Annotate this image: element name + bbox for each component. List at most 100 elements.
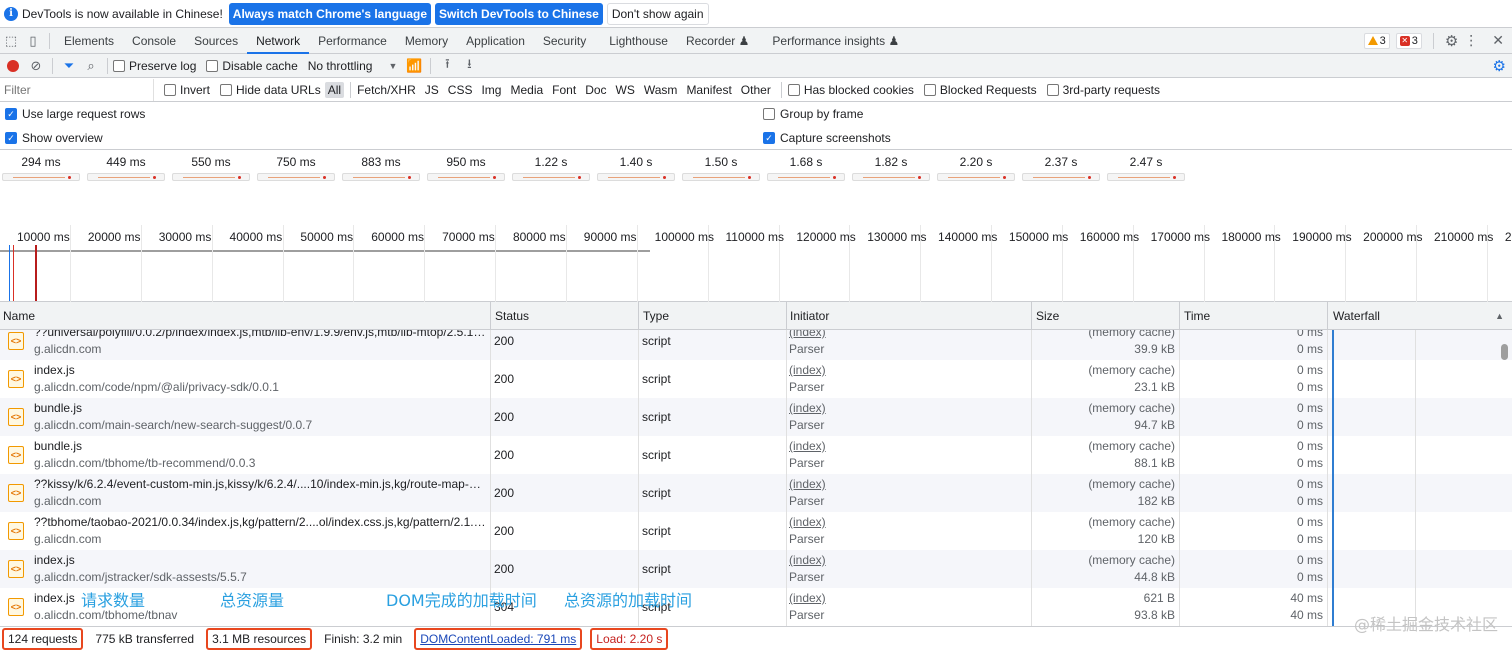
initiator-link[interactable]: (index) <box>789 330 826 339</box>
screenshot-frame[interactable]: 2.20 s <box>937 151 1015 181</box>
errors-badge[interactable]: ✕ 3 <box>1395 32 1422 49</box>
tab-recorder[interactable]: Recorder ♟ <box>677 28 758 53</box>
name-cell[interactable]: <> ??tbhome/taobao-2021/0.0.34/index.js,k… <box>0 512 491 550</box>
column-size[interactable]: Size <box>1032 302 1180 330</box>
initiator-link[interactable]: (index) <box>789 515 826 529</box>
screenshot-frame[interactable]: 1.40 s <box>597 151 675 181</box>
more-options-icon[interactable]: ⋮ <box>1464 32 1478 49</box>
network-settings-gear-icon[interactable]: ⚙ <box>1493 57 1506 75</box>
disable-cache-checkbox[interactable]: Disable cache <box>206 59 298 73</box>
warnings-badge[interactable]: 3 <box>1363 32 1390 49</box>
inspect-element-icon[interactable]: ⬚ <box>0 28 22 53</box>
table-row[interactable]: <> index.js g.alicdn.com/jstracker/sdk-ass… <box>0 550 1512 588</box>
hide-data-urls-checkbox[interactable]: Hide data URLs <box>220 83 321 97</box>
invert-checkbox[interactable]: Invert <box>164 83 210 97</box>
table-row[interactable]: <> bundle.js g.alicdn.com/tbhome/tb-recomm… <box>0 436 1512 474</box>
tab-application[interactable]: Application <box>457 28 534 53</box>
clear-icon[interactable]: ⊘ <box>25 58 47 74</box>
initiator-link[interactable]: (index) <box>789 363 826 377</box>
blocked-requests-checkbox[interactable]: Blocked Requests <box>923 83 1037 97</box>
name-cell[interactable]: <> index.js g.alicdn.com/code/npm/@ali/pri… <box>0 360 491 398</box>
filter-type-ws[interactable]: WS <box>613 82 638 98</box>
screenshot-frame[interactable]: 883 ms <box>342 151 420 181</box>
column-status[interactable]: Status <box>491 302 639 330</box>
table-row[interactable]: <> index.js g.alicdn.com/code/npm/@ali/pri… <box>0 360 1512 398</box>
screenshot-frame[interactable]: 1.22 s <box>512 151 590 181</box>
filter-type-js[interactable]: JS <box>422 82 442 98</box>
name-cell[interactable]: <> ??kissy/k/6.2.4/event-custom-min.js,ki… <box>0 474 491 512</box>
screenshot-frame[interactable]: 950 ms <box>427 151 505 181</box>
filter-type-media[interactable]: Media <box>507 82 546 98</box>
switch-to-chinese-button[interactable]: Switch DevTools to Chinese <box>435 2 603 25</box>
always-match-language-button[interactable]: Always match Chrome's language <box>228 2 432 25</box>
tab-memory[interactable]: Memory <box>396 28 457 53</box>
settings-gear-icon[interactable]: ⚙ <box>1445 32 1458 50</box>
table-row[interactable]: <> ??universal/polyfill/0.0.2/p/index/ind… <box>0 330 1512 360</box>
tab-elements[interactable]: Elements <box>55 28 123 53</box>
filter-type-fetch-xhr[interactable]: Fetch/XHR <box>354 82 419 98</box>
name-cell[interactable]: <> ??universal/polyfill/0.0.2/p/index/ind… <box>0 330 491 360</box>
preserve-log-checkbox[interactable]: Preserve log <box>113 59 196 73</box>
screenshot-frame[interactable]: 2.37 s <box>1022 151 1100 181</box>
close-devtools-icon[interactable]: ✕ <box>1492 32 1504 49</box>
filter-type-other[interactable]: Other <box>738 82 774 98</box>
name-cell[interactable]: <> bundle.js g.alicdn.com/main-search/new-… <box>0 398 491 436</box>
screenshot-frame[interactable]: 2.47 s <box>1107 151 1185 181</box>
screenshot-frame[interactable]: 449 ms <box>87 151 165 181</box>
filter-type-img[interactable]: Img <box>478 82 504 98</box>
overview-timeline[interactable]: 10000 ms 20000 ms 30000 ms 40000 ms 50000 ms… <box>0 225 1512 302</box>
import-har-icon[interactable]: ⭱ <box>436 55 458 77</box>
group-by-frame-checkbox[interactable]: Group by frame <box>763 107 863 121</box>
filter-type-css[interactable]: CSS <box>445 82 476 98</box>
column-name[interactable]: Name <box>0 302 491 330</box>
column-time[interactable]: Time <box>1180 302 1328 330</box>
filter-type-doc[interactable]: Doc <box>582 82 609 98</box>
network-conditions-icon[interactable]: 📶 <box>403 58 425 74</box>
capture-screenshots-checkbox[interactable]: ✓ Capture screenshots <box>763 131 891 145</box>
third-party-checkbox[interactable]: 3rd-party requests <box>1046 83 1160 97</box>
tab-sources[interactable]: Sources <box>185 28 247 53</box>
tab-security[interactable]: Security <box>534 28 595 53</box>
large-rows-checkbox[interactable]: ✓ Use large request rows <box>5 107 145 121</box>
export-har-icon[interactable]: ⭳ <box>458 55 480 77</box>
device-toolbar-icon[interactable]: ▯ <box>22 28 44 53</box>
table-row[interactable]: <> bundle.js g.alicdn.com/main-search/new-… <box>0 398 1512 436</box>
screenshot-frame[interactable]: 550 ms <box>172 151 250 181</box>
initiator-cell: (index) Parser <box>787 550 1032 588</box>
table-row[interactable]: <> ??tbhome/taobao-2021/0.0.34/index.js,k… <box>0 512 1512 550</box>
tab-lighthouse[interactable]: Lighthouse <box>595 28 677 53</box>
column-initiator[interactable]: Initiator <box>787 302 1032 330</box>
record-icon[interactable] <box>7 59 19 72</box>
tab-performance[interactable]: Performance <box>309 28 396 53</box>
filter-input[interactable] <box>0 78 154 101</box>
filter-type-all[interactable]: All <box>324 81 345 98</box>
blocked-cookies-checkbox[interactable]: Has blocked cookies <box>787 83 914 97</box>
column-type[interactable]: Type <box>639 302 787 330</box>
initiator-link[interactable]: (index) <box>789 401 826 415</box>
column-waterfall[interactable]: Waterfall ▲ <box>1328 302 1512 330</box>
search-icon[interactable]: ⌕ <box>80 58 102 74</box>
tab-network[interactable]: Network <box>247 28 310 54</box>
tab-console[interactable]: Console <box>123 28 185 53</box>
show-overview-checkbox[interactable]: ✓ Show overview <box>5 131 103 145</box>
initiator-link[interactable]: (index) <box>789 591 826 605</box>
filter-type-font[interactable]: Font <box>549 82 579 98</box>
table-row[interactable]: <> ??kissy/k/6.2.4/event-custom-min.js,ki… <box>0 474 1512 512</box>
initiator-link[interactable]: (index) <box>789 439 826 453</box>
initiator-link[interactable]: (index) <box>789 553 826 567</box>
screenshot-frame[interactable]: 294 ms <box>2 151 80 181</box>
tab-performance-insights[interactable]: Performance insights ♟ <box>758 28 908 53</box>
screenshot-frame[interactable]: 1.68 s <box>767 151 845 181</box>
filter-icon[interactable]: ⏷ <box>58 58 80 74</box>
throttling-select[interactable]: No throttling ▼ <box>308 59 398 73</box>
screenshot-frame[interactable]: 1.82 s <box>852 151 930 181</box>
screenshot-frame[interactable]: 1.50 s <box>682 151 760 181</box>
initiator-link[interactable]: (index) <box>789 477 826 491</box>
dont-show-again-button[interactable]: Don't show again <box>606 2 709 25</box>
filter-type-wasm[interactable]: Wasm <box>641 82 681 98</box>
name-cell[interactable]: <> index.js g.alicdn.com/jstracker/sdk-ass… <box>0 550 491 588</box>
filter-type-manifest[interactable]: Manifest <box>683 82 734 98</box>
screenshot-frame[interactable]: 750 ms <box>257 151 335 181</box>
vertical-scrollbar[interactable] <box>1501 344 1508 360</box>
name-cell[interactable]: <> bundle.js g.alicdn.com/tbhome/tb-recomm… <box>0 436 491 474</box>
